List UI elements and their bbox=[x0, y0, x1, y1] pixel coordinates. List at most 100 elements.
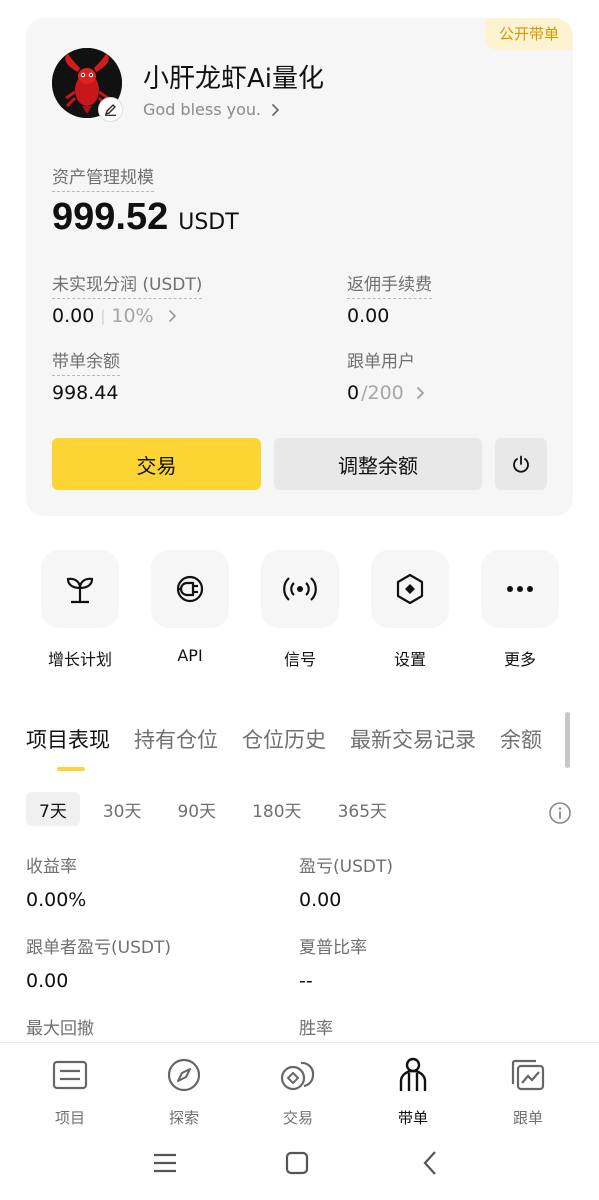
tab-balance[interactable]: 余额 bbox=[500, 728, 542, 752]
info-icon[interactable] bbox=[548, 801, 572, 829]
nav-label: 跟单 bbox=[512, 1109, 543, 1127]
signal-icon bbox=[283, 577, 317, 601]
nav-trade[interactable]: 交易 bbox=[258, 1057, 338, 1128]
tab-position-history[interactable]: 仓位历史 bbox=[242, 728, 326, 752]
nav-explore[interactable]: 探索 bbox=[144, 1057, 224, 1128]
home-button[interactable] bbox=[277, 1148, 317, 1178]
system-navigation-bar bbox=[0, 1128, 599, 1200]
trade-button[interactable]: 交易 bbox=[52, 438, 261, 490]
max-drawdown-label: 最大回撤 bbox=[26, 1019, 94, 1039]
menu-icon bbox=[154, 1153, 176, 1173]
lead-balance-stat: 带单余额 998.44 bbox=[52, 347, 120, 404]
trader-name: 小肝龙虾Ai量化 bbox=[143, 64, 325, 94]
chevron-right-icon bbox=[272, 103, 280, 116]
quick-action-settings[interactable]: 设置 bbox=[371, 550, 449, 670]
tabs-scrollbar[interactable] bbox=[565, 712, 570, 768]
edit-avatar-button[interactable] bbox=[98, 97, 123, 122]
period-90d[interactable]: 90天 bbox=[164, 792, 229, 826]
trader-icon bbox=[399, 1057, 427, 1091]
lead-balance-label[interactable]: 带单余额 bbox=[52, 347, 120, 376]
period-7d[interactable]: 7天 bbox=[26, 792, 80, 826]
nav-label: 探索 bbox=[168, 1109, 199, 1127]
quick-action-growth-plan[interactable]: 增长计划 bbox=[41, 550, 119, 670]
recent-apps-button[interactable] bbox=[145, 1148, 185, 1178]
win-rate-metric: 胜率 bbox=[299, 1014, 333, 1039]
public-lead-badge: 公开带单 bbox=[484, 18, 573, 50]
tab-positions[interactable]: 持有仓位 bbox=[134, 728, 218, 752]
rebate-value: 0.00 bbox=[347, 305, 390, 327]
more-icon bbox=[507, 586, 533, 592]
quick-action-label: 增长计划 bbox=[47, 650, 112, 669]
list-icon bbox=[52, 1060, 88, 1090]
quick-action-signal[interactable]: 信号 bbox=[261, 550, 339, 670]
profit-share-percent: 10% bbox=[111, 305, 154, 327]
home-square-icon bbox=[285, 1151, 309, 1175]
follower-pnl-metric: 跟单者盈亏(USDT) 0.00 bbox=[26, 933, 171, 992]
unrealized-profit-stat: 未实现分润 (USDT) 0.00 | 10% bbox=[52, 270, 203, 327]
nav-projects[interactable]: 项目 bbox=[30, 1057, 110, 1128]
profile-card: 公开带单 小肝龙虾Ai量化 God bless you. 资产管理规模 999.… bbox=[26, 18, 573, 516]
active-tab-indicator bbox=[57, 767, 85, 771]
quick-action-label: 设置 bbox=[393, 650, 426, 669]
quick-action-api[interactable]: API bbox=[151, 550, 229, 665]
bio-text: God bless you. bbox=[143, 100, 262, 119]
pnl-label: 盈亏(USDT) bbox=[299, 857, 393, 877]
aum-label[interactable]: 资产管理规模 bbox=[52, 163, 154, 192]
bio-link[interactable]: God bless you. bbox=[143, 100, 280, 119]
follower-pnl-value: 0.00 bbox=[26, 970, 69, 992]
back-button[interactable] bbox=[410, 1148, 450, 1178]
nav-copy-trading[interactable]: 跟单 bbox=[488, 1057, 568, 1128]
roi-value: 0.00% bbox=[26, 889, 87, 911]
chevron-right-icon bbox=[416, 386, 424, 400]
tab-latest-trades[interactable]: 最新交易记录 bbox=[350, 728, 476, 752]
aum-number: 999.52 bbox=[52, 196, 169, 238]
plug-icon bbox=[176, 575, 204, 603]
nav-label: 项目 bbox=[54, 1109, 85, 1127]
unrealized-profit-value: 0.00 bbox=[52, 305, 95, 327]
followers-max: /200 bbox=[361, 382, 404, 404]
back-chevron-icon bbox=[423, 1151, 436, 1175]
power-icon bbox=[513, 455, 529, 473]
pencil-icon bbox=[104, 104, 116, 116]
aum-unit: USDT bbox=[178, 210, 239, 235]
period-30d[interactable]: 30天 bbox=[90, 792, 155, 826]
unrealized-profit-value-row[interactable]: 0.00 | 10% bbox=[52, 305, 202, 327]
pnl-metric: 盈亏(USDT) 0.00 bbox=[299, 852, 393, 911]
followers-label: 跟单用户 bbox=[347, 352, 415, 372]
win-rate-label: 胜率 bbox=[299, 1019, 333, 1039]
sharpe-value: -- bbox=[299, 970, 313, 992]
pnl-value: 0.00 bbox=[299, 889, 342, 911]
tab-performance[interactable]: 项目表现 bbox=[26, 728, 110, 752]
section-tabs: 项目表现 持有仓位 仓位历史 最新交易记录 余额 bbox=[26, 724, 571, 764]
unrealized-profit-label[interactable]: 未实现分润 (USDT) bbox=[52, 270, 203, 299]
nav-label: 交易 bbox=[282, 1109, 313, 1127]
quick-action-label: 更多 bbox=[503, 650, 536, 669]
chevron-right-icon bbox=[168, 309, 176, 323]
compass-icon bbox=[167, 1058, 201, 1092]
nav-lead-trading[interactable]: 带单 bbox=[373, 1057, 453, 1128]
sharpe-label: 夏普比率 bbox=[299, 938, 367, 958]
period-180d[interactable]: 180天 bbox=[239, 792, 314, 826]
lead-balance-value: 998.44 bbox=[52, 382, 119, 404]
quick-action-label: 信号 bbox=[283, 650, 316, 669]
separator: | bbox=[100, 307, 106, 325]
sharpe-metric: 夏普比率 -- bbox=[299, 933, 367, 992]
rebate-label[interactable]: 返佣手续费 bbox=[347, 270, 432, 299]
power-button[interactable] bbox=[495, 438, 547, 490]
quick-action-label: API bbox=[177, 646, 203, 665]
follower-pnl-label: 跟单者盈亏(USDT) bbox=[26, 938, 171, 958]
followers-value-row[interactable]: 0/200 bbox=[347, 382, 425, 404]
roi-metric: 收益率 0.00% bbox=[26, 852, 86, 911]
aum-value: 999.52 USDT bbox=[52, 196, 239, 239]
roi-label: 收益率 bbox=[26, 857, 77, 877]
adjust-balance-button[interactable]: 调整余额 bbox=[274, 438, 482, 490]
exchange-icon bbox=[280, 1061, 315, 1091]
bottom-nav: 项目 探索 交易 带单 跟单 bbox=[0, 1042, 599, 1128]
period-365d[interactable]: 365天 bbox=[325, 792, 400, 826]
quick-action-more[interactable]: 更多 bbox=[481, 550, 559, 670]
followers-stat: 跟单用户 0/200 bbox=[347, 347, 425, 404]
settings-hexagon-icon bbox=[396, 573, 424, 605]
max-drawdown-metric: 最大回撤 bbox=[26, 1014, 94, 1039]
copy-chart-icon bbox=[511, 1059, 545, 1091]
rebate-stat: 返佣手续费 0.00 bbox=[347, 270, 432, 327]
